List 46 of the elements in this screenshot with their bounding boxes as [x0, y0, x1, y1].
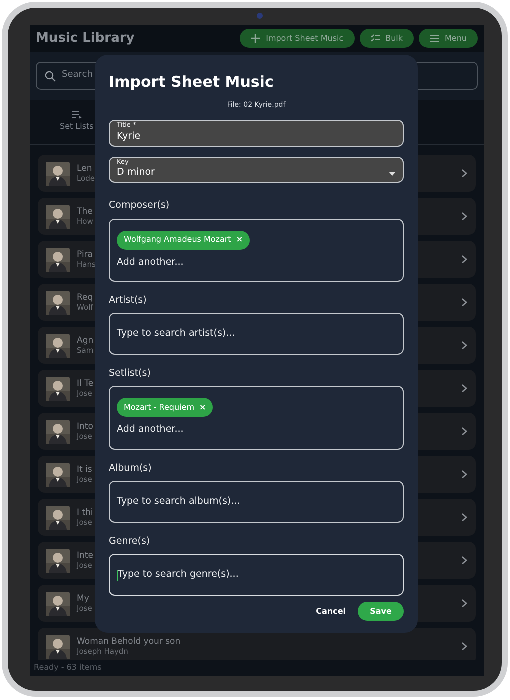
app-title: Music Library: [36, 30, 135, 48]
dialog-title: Import Sheet Music: [109, 72, 275, 93]
song-title: The: [77, 206, 93, 218]
song-title: My: [77, 594, 90, 604]
chevron-right-icon: [461, 556, 468, 565]
search-input-field[interactable]: Type to search artist(s)...: [109, 313, 404, 356]
search-input-field[interactable]: Type to search genre(s)...: [109, 554, 404, 596]
song-title: Inte: [77, 550, 94, 562]
dropdown-caret-icon: [389, 172, 396, 176]
song-title: Req: [77, 292, 94, 304]
song-title: Il Te: [77, 378, 94, 390]
song-title: Pira: [77, 250, 94, 260]
chevron-right-icon: [461, 470, 468, 479]
song-title: Len: [77, 164, 92, 174]
chevron-right-icon: [461, 212, 468, 221]
song-title: It is: [77, 464, 92, 476]
plus-icon: [251, 34, 260, 43]
chevron-right-icon: [461, 427, 468, 436]
song-title: I thi: [77, 508, 94, 518]
chevron-right-icon: [461, 599, 468, 608]
playlist-icon: [72, 111, 82, 119]
tag-input-field[interactable]: Wolfgang Amadeus Mozart × Add another...: [109, 218, 404, 282]
field-label: Artist(s): [109, 294, 148, 308]
cancel-button[interactable]: Cancel: [314, 604, 348, 620]
chevron-right-icon: [461, 341, 468, 350]
song-title: Woman Behold your son: [77, 636, 181, 648]
tab[interactable]: Set Lists: [56, 100, 98, 144]
search-input-field[interactable]: Type to search album(s)...: [109, 480, 404, 523]
search-icon: [45, 70, 56, 82]
chevron-right-icon: [461, 169, 468, 178]
camera-lens: [257, 13, 263, 19]
chevron-right-icon: [461, 255, 468, 264]
field-label: Album(s): [109, 462, 153, 476]
chevron-right-icon: [461, 642, 468, 651]
chevron-right-icon: [461, 513, 468, 522]
text-cursor: [117, 570, 118, 581]
tag-input-field[interactable]: Mozart - Requiem × Add another...: [109, 386, 404, 450]
song-title: Into: [77, 422, 94, 432]
checklist-icon: [370, 34, 380, 43]
song-title: Agn: [77, 336, 94, 346]
field-label: Composer(s): [109, 199, 171, 214]
field-label: Genre(s): [109, 534, 152, 549]
chevron-right-icon: [461, 298, 468, 307]
chevron-right-icon: [461, 384, 468, 393]
field-label: Setlist(s): [109, 367, 152, 382]
menu-icon: [430, 34, 440, 43]
